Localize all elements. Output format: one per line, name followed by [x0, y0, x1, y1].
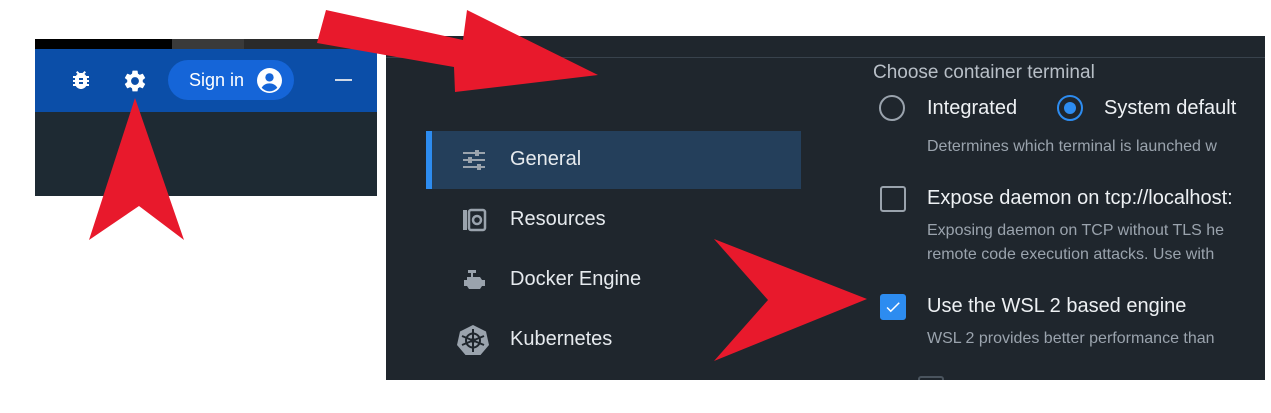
- sidebar-item-general[interactable]: General: [426, 131, 801, 189]
- wsl2-engine-checkbox[interactable]: [880, 294, 906, 320]
- radio-integrated[interactable]: [879, 95, 905, 121]
- wsl2-engine-description: WSL 2 provides better performance than: [927, 330, 1215, 347]
- sign-in-button[interactable]: Sign in: [168, 60, 294, 100]
- top-bar: Sign in: [35, 49, 377, 112]
- strip-segment: [35, 39, 172, 49]
- sidebar-item-docker-engine[interactable]: Docker Engine: [426, 251, 801, 309]
- sidebar-item-label: General: [510, 148, 582, 170]
- top-bar-crop: Sign in: [35, 39, 377, 196]
- terminal-description: Determines which terminal is launched w: [927, 138, 1217, 155]
- gear-icon[interactable]: [122, 68, 148, 94]
- expose-daemon-description: Exposing daemon on TCP without TLS he: [927, 222, 1225, 239]
- sidebar-item-label: Kubernetes: [510, 328, 613, 350]
- sidebar-item-label: Resources: [510, 208, 606, 230]
- expose-daemon-checkbox[interactable]: [880, 186, 906, 212]
- wsl2-engine-label: Use the WSL 2 based engine: [927, 295, 1187, 317]
- strip-segment: [244, 39, 377, 49]
- sign-in-label: Sign in: [189, 70, 245, 90]
- resources-icon: [463, 208, 487, 232]
- terminal-heading: Choose container terminal: [873, 62, 1095, 83]
- sidebar-item-resources[interactable]: Resources: [426, 191, 801, 249]
- radio-system-default-label: System default: [1104, 97, 1237, 119]
- strip-segment: [172, 39, 244, 49]
- check-icon: [886, 302, 900, 313]
- avatar-icon: [257, 68, 282, 93]
- expose-daemon-label: Expose daemon on tcp://localhost:: [927, 187, 1233, 209]
- sliders-icon: [463, 150, 485, 170]
- radio-integrated-label: Integrated: [927, 97, 1018, 119]
- engine-icon: [464, 270, 485, 289]
- sidebar-item-label: Docker Engine: [510, 268, 642, 290]
- header-divider: [386, 57, 1265, 58]
- title-strip: [35, 39, 377, 49]
- minimize-icon[interactable]: [335, 79, 352, 81]
- radio-system-default[interactable]: [1057, 95, 1083, 121]
- settings-crop: General Resources Docker Engine Kubernet…: [386, 36, 1265, 380]
- bug-icon[interactable]: [69, 68, 93, 92]
- next-setting-checkbox[interactable]: [918, 376, 944, 380]
- expose-daemon-description: remote code execution attacks. Use with: [927, 246, 1215, 263]
- kubernetes-icon: [457, 325, 489, 355]
- sidebar-item-kubernetes[interactable]: Kubernetes: [426, 311, 801, 369]
